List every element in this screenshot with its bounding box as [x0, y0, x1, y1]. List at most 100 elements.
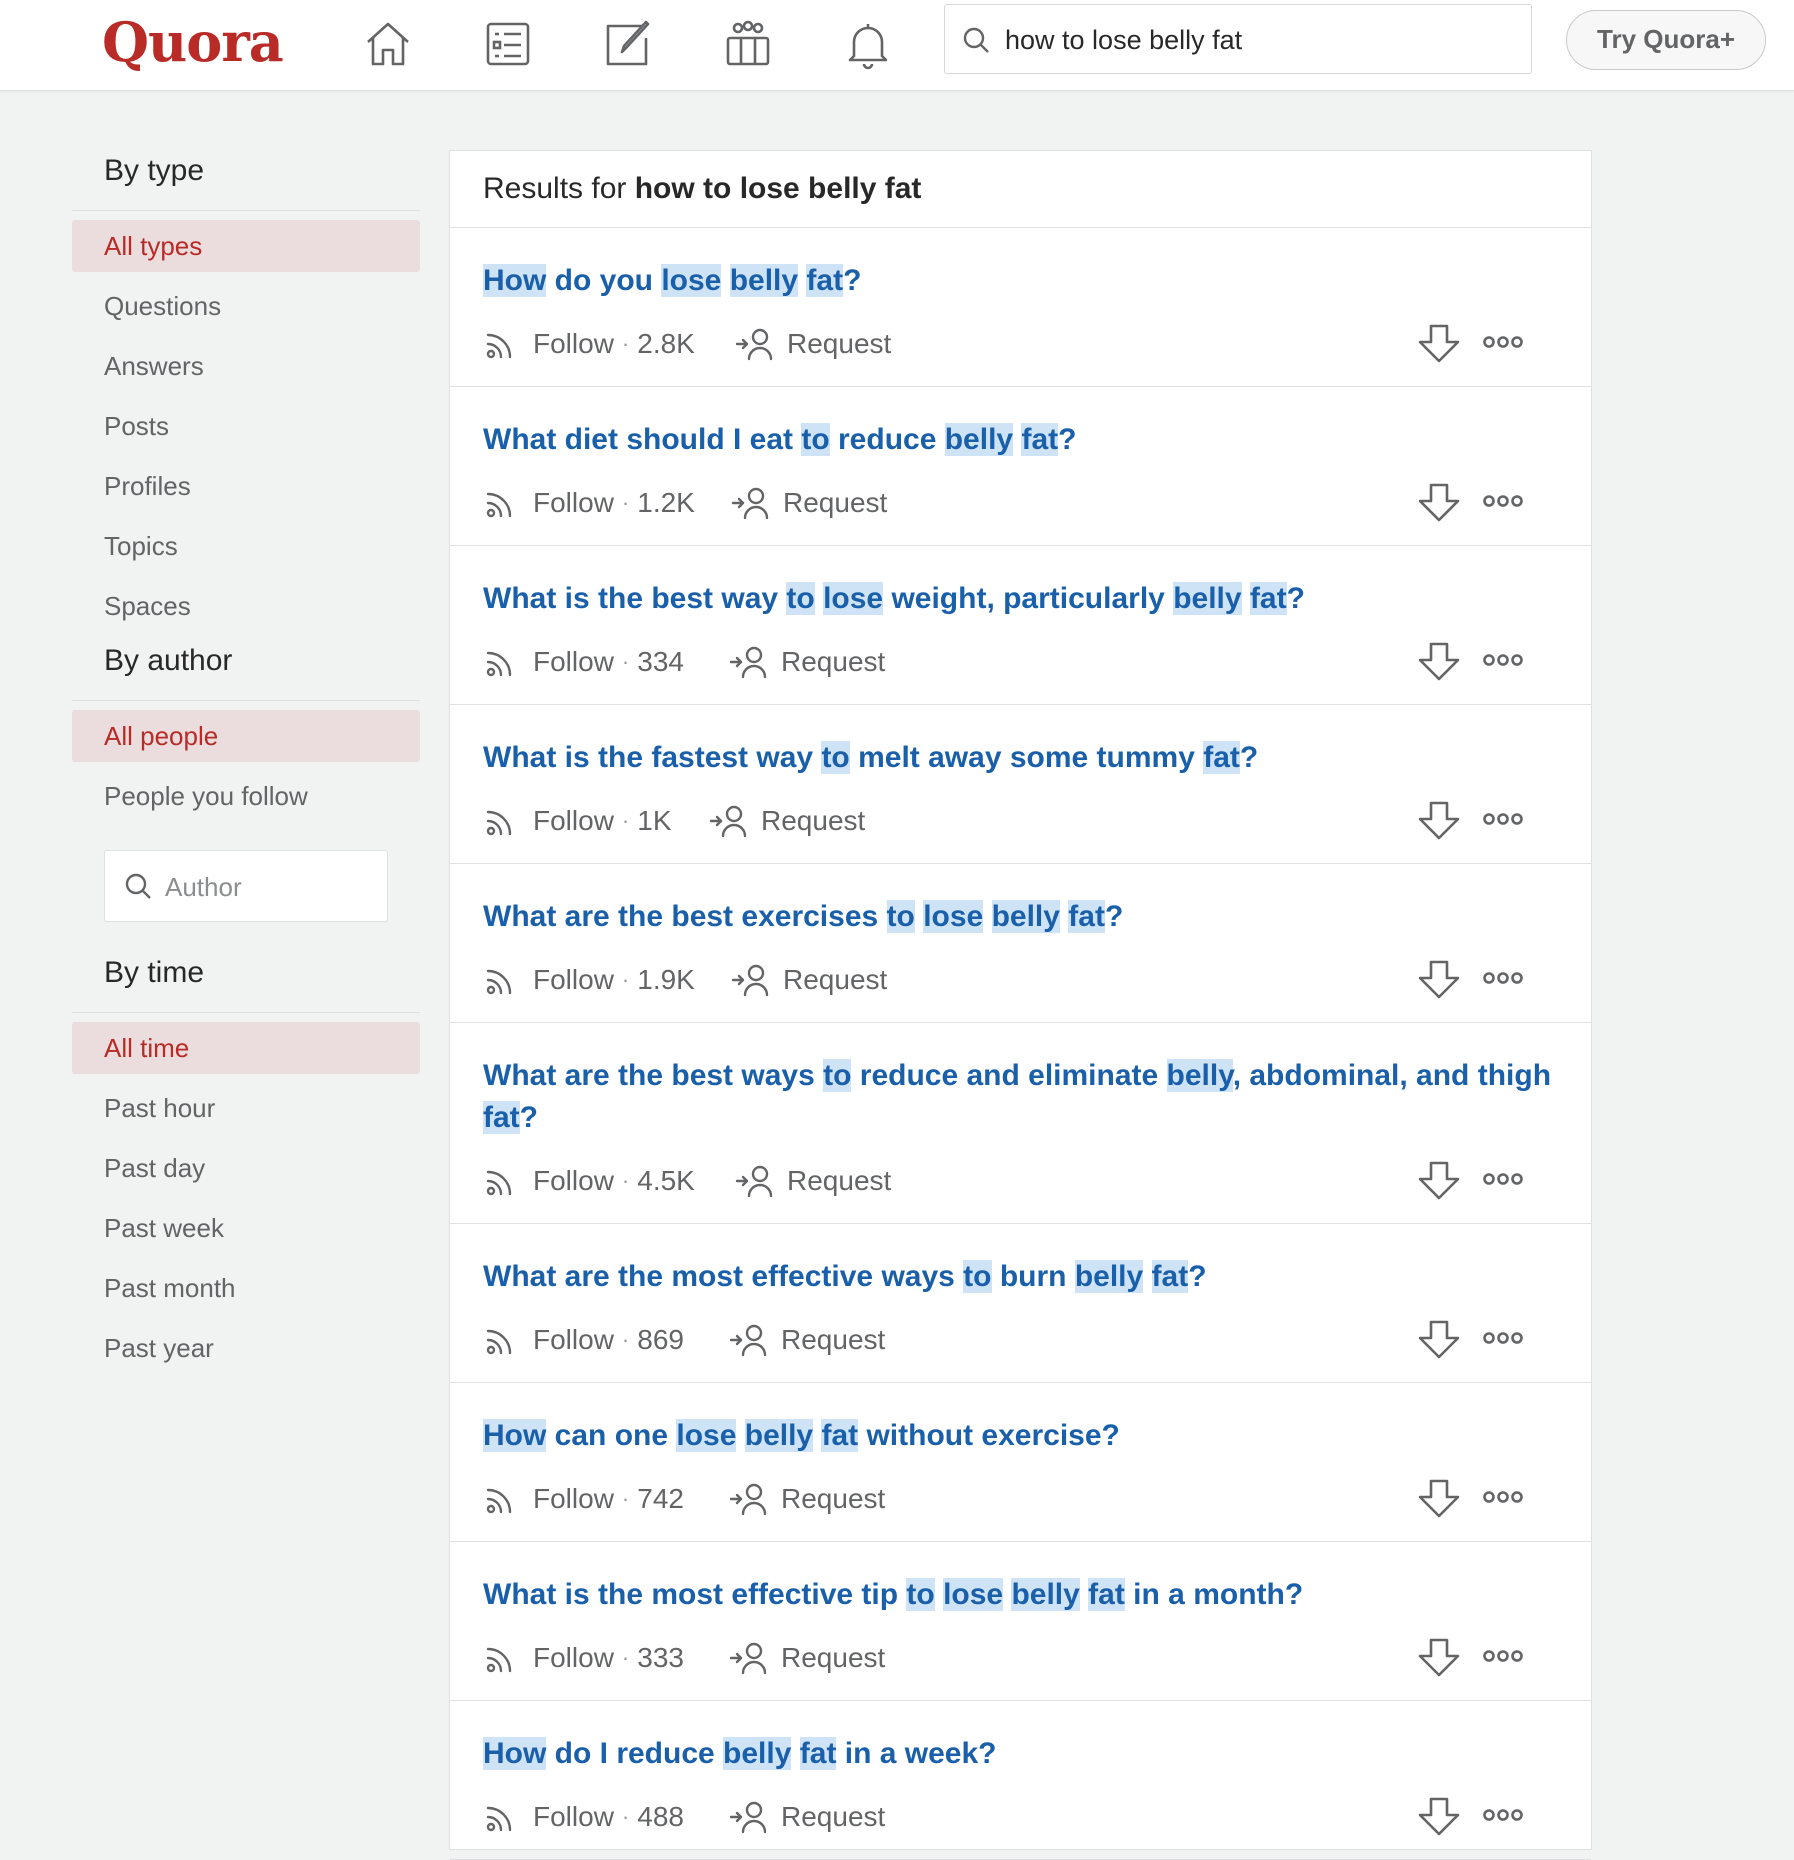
highlighted-term: belly — [944, 423, 1014, 456]
try-quora-plus-button[interactable]: Try Quora+ — [1566, 10, 1766, 70]
filter-past-day[interactable]: Past day — [72, 1142, 420, 1202]
question-title-link[interactable]: How do you lose belly fat? — [483, 228, 1558, 302]
highlighted-term: fat — [1068, 900, 1105, 933]
filter-all-time[interactable]: All time — [72, 1022, 420, 1074]
request-label: Request — [761, 805, 866, 836]
notifications-icon[interactable] — [836, 12, 900, 76]
follow-button[interactable]: Follow · 333 — [483, 1636, 684, 1680]
home-icon[interactable] — [356, 12, 420, 76]
more-options-icon[interactable] — [1482, 332, 1524, 352]
question-title-link[interactable]: How do I reduce belly fat in a week? — [483, 1701, 1558, 1775]
request-label: Request — [781, 1642, 886, 1673]
request-answer-button[interactable]: Request — [735, 1159, 891, 1203]
follow-button[interactable]: Follow · 4.5K — [483, 1159, 695, 1203]
request-answer-button[interactable]: Request — [729, 1795, 885, 1839]
request-answer-button[interactable]: Request — [709, 799, 865, 843]
request-answer-button[interactable]: Request — [729, 1477, 885, 1521]
follower-count: 488 — [637, 1801, 684, 1832]
question-actions: Follow · 4.5K Request — [483, 1139, 1558, 1223]
downvote-icon[interactable] — [1416, 1316, 1462, 1362]
follow-button[interactable]: Follow · 869 — [483, 1318, 684, 1362]
question-title-link[interactable]: How can one lose belly fat without exerc… — [483, 1383, 1558, 1457]
question-title-link[interactable]: What is the best way to lose weight, par… — [483, 546, 1558, 620]
answer-list-icon[interactable] — [476, 12, 540, 76]
request-icon — [735, 1165, 773, 1198]
quora-logo[interactable]: Quora — [102, 2, 284, 82]
request-answer-button[interactable]: Request — [729, 1636, 885, 1680]
author-search-box — [104, 850, 388, 922]
downvote-icon[interactable] — [1416, 956, 1462, 1002]
search-input[interactable] — [1003, 17, 1507, 63]
spaces-icon[interactable] — [716, 12, 780, 76]
result-item: What is the fastest way to melt away som… — [450, 705, 1591, 864]
downvote-icon[interactable] — [1416, 797, 1462, 843]
question-title-link[interactable]: What are the best exercises to lose bell… — [483, 864, 1558, 938]
downvote-icon[interactable] — [1416, 1634, 1462, 1680]
filter-spaces[interactable]: Spaces — [72, 580, 420, 640]
more-options-icon[interactable] — [1482, 809, 1524, 829]
write-icon[interactable] — [596, 12, 660, 76]
filter-profiles[interactable]: Profiles — [72, 460, 420, 520]
question-title-link[interactable]: What is the fastest way to melt away som… — [483, 705, 1558, 779]
title-text — [721, 264, 729, 297]
follow-button[interactable]: Follow · 742 — [483, 1477, 684, 1521]
request-answer-button[interactable]: Request — [731, 481, 887, 525]
title-text: What is the most effective tip — [483, 1578, 907, 1611]
more-options-icon[interactable] — [1482, 968, 1524, 988]
filter-questions[interactable]: Questions — [72, 280, 420, 340]
more-options-icon[interactable] — [1482, 1646, 1524, 1666]
downvote-icon[interactable] — [1416, 479, 1462, 525]
question-actions: Follow · 488 Request — [483, 1775, 1558, 1859]
filter-past-hour[interactable]: Past hour — [72, 1082, 420, 1142]
filter-past-year[interactable]: Past year — [72, 1322, 420, 1382]
downvote-icon[interactable] — [1416, 1475, 1462, 1521]
question-title-link[interactable]: What diet should I eat to reduce belly f… — [483, 387, 1558, 461]
filter-topics[interactable]: Topics — [72, 520, 420, 580]
highlighted-term: belly — [1011, 1578, 1080, 1611]
question-title-link[interactable]: What is the most effective tip to lose b… — [483, 1542, 1558, 1616]
highlighted-term: belly — [1166, 1059, 1233, 1092]
follow-button[interactable]: Follow · 1.2K — [483, 481, 695, 525]
question-title-link[interactable]: What are the most effective ways to burn… — [483, 1224, 1558, 1298]
follow-icon — [486, 1170, 512, 1196]
more-options-icon[interactable] — [1482, 1805, 1524, 1825]
more-options-icon[interactable] — [1482, 491, 1524, 511]
title-text: ? — [843, 264, 862, 297]
highlighted-term: to — [786, 582, 815, 615]
filter-posts[interactable]: Posts — [72, 400, 420, 460]
follow-button[interactable]: Follow · 334 — [483, 640, 684, 684]
downvote-icon[interactable] — [1416, 1793, 1462, 1839]
author-input[interactable] — [163, 865, 377, 909]
filter-all-people[interactable]: All people — [72, 710, 420, 762]
filter-people-you-follow[interactable]: People you follow — [72, 770, 420, 830]
filter-answers[interactable]: Answers — [72, 340, 420, 400]
request-label: Request — [781, 1324, 886, 1355]
follow-button[interactable]: Follow · 2.8K — [483, 322, 695, 366]
follow-button[interactable]: Follow · 1.9K — [483, 958, 695, 1002]
highlighted-term: fat — [806, 264, 844, 297]
title-text: do you — [546, 264, 662, 297]
highlighted-term: fat — [1088, 1578, 1125, 1611]
downvote-icon[interactable] — [1416, 1157, 1462, 1203]
more-options-icon[interactable] — [1482, 650, 1524, 670]
request-answer-button[interactable]: Request — [729, 640, 885, 684]
title-text — [915, 900, 923, 933]
filter-all-types[interactable]: All types — [72, 220, 420, 272]
request-icon — [729, 1483, 767, 1516]
request-answer-button[interactable]: Request — [735, 322, 891, 366]
follow-button[interactable]: Follow · 1K — [483, 799, 672, 843]
more-options-icon[interactable] — [1482, 1487, 1524, 1507]
request-answer-button[interactable]: Request — [731, 958, 887, 1002]
filter-past-week[interactable]: Past week — [72, 1202, 420, 1262]
request-answer-button[interactable]: Request — [729, 1318, 885, 1362]
request-icon — [735, 328, 773, 361]
follow-button[interactable]: Follow · 488 — [483, 1795, 684, 1839]
downvote-icon[interactable] — [1416, 320, 1462, 366]
more-options-icon[interactable] — [1482, 1169, 1524, 1189]
title-text: weight, particularly — [883, 582, 1174, 615]
more-options-icon[interactable] — [1482, 1328, 1524, 1348]
filter-past-month[interactable]: Past month — [72, 1262, 420, 1322]
downvote-icon[interactable] — [1416, 638, 1462, 684]
follow-label: Follow — [533, 1801, 614, 1832]
question-title-link[interactable]: What are the best ways to reduce and eli… — [483, 1023, 1558, 1139]
